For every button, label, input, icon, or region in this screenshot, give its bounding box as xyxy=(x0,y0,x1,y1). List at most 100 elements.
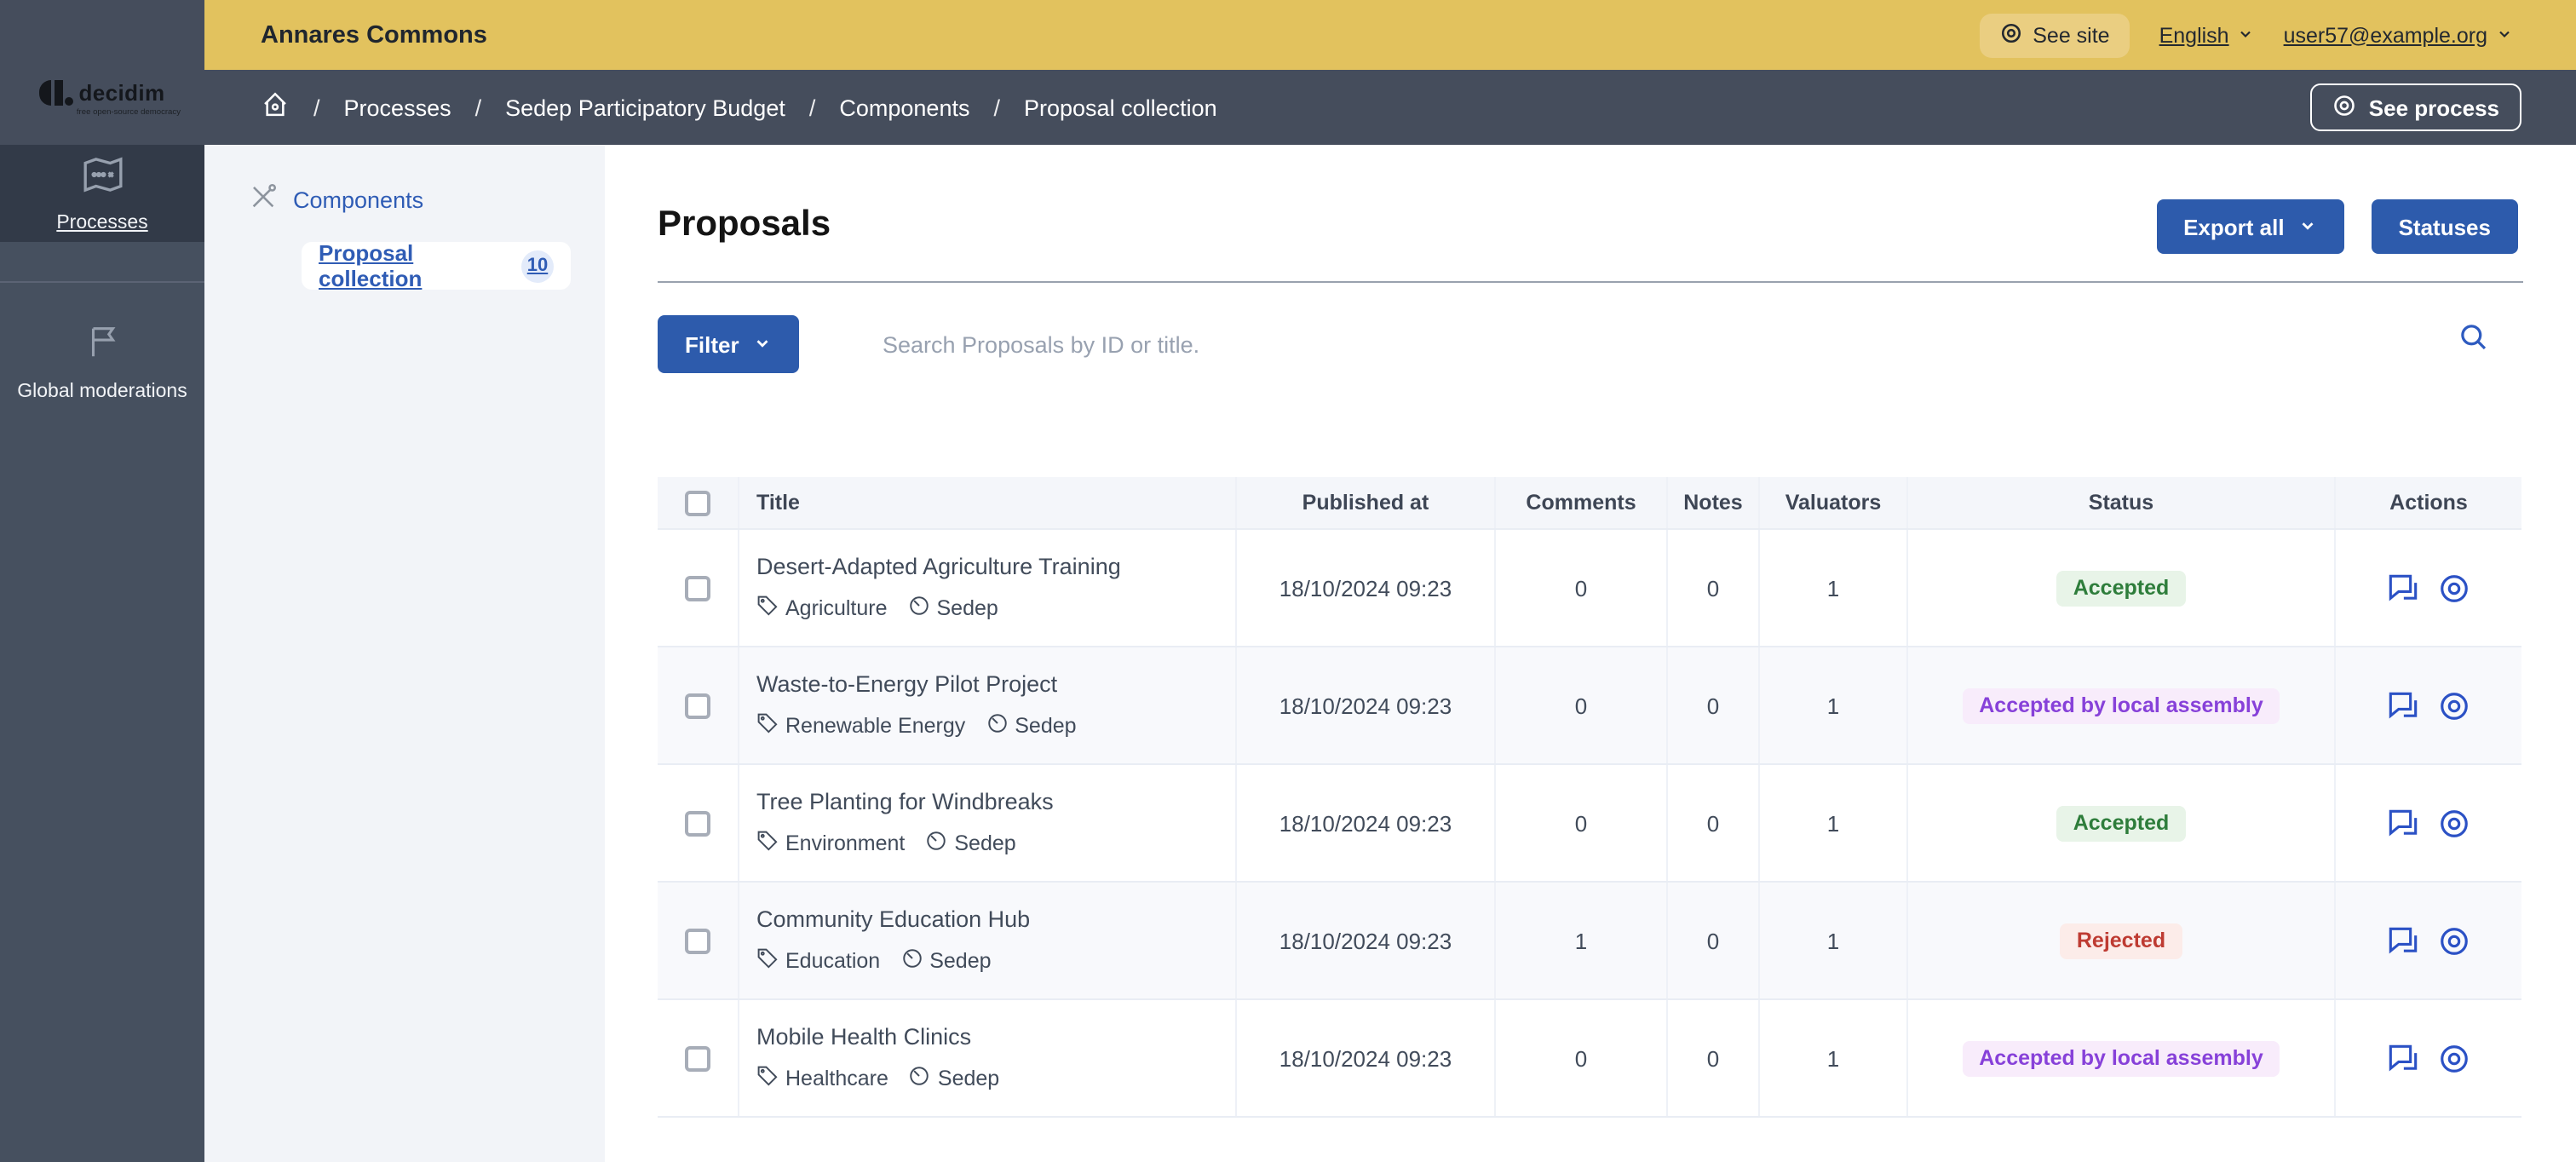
published-at-cell: 18/10/2024 09:23 xyxy=(1237,765,1496,881)
notes-cell: 0 xyxy=(1668,530,1760,646)
category-tag: Education xyxy=(756,947,880,975)
row-checkbox[interactable] xyxy=(685,575,710,601)
preview-eye-icon[interactable] xyxy=(2438,924,2470,957)
language-dropdown[interactable]: English xyxy=(2159,23,2255,47)
decidim-logo-mark xyxy=(39,80,73,106)
notes-cell: 0 xyxy=(1668,647,1760,763)
row-checkbox[interactable] xyxy=(685,928,710,953)
price-tag-icon xyxy=(756,947,779,975)
answer-proposal-icon[interactable] xyxy=(2387,572,2419,604)
published-at-cell: 18/10/2024 09:23 xyxy=(1237,530,1496,646)
proposal-title-link[interactable]: Desert-Adapted Agriculture Training xyxy=(756,554,1121,579)
column-header-comments: Comments xyxy=(1496,477,1668,528)
scope-tag: Sedep xyxy=(986,712,1076,739)
category-tag: Environment xyxy=(756,830,905,857)
sidebar-divider xyxy=(0,242,204,283)
decidim-logo: decidim free open-source democracy xyxy=(0,0,204,145)
proposal-title-link[interactable]: Tree Planting for Windbreaks xyxy=(756,789,1054,814)
preview-eye-icon[interactable] xyxy=(2438,689,2470,722)
logo-tagline: free open-source democracy xyxy=(77,109,181,118)
home-icon[interactable] xyxy=(261,90,290,124)
breadcrumb-components[interactable]: Components xyxy=(839,95,969,120)
scope-tag: Sedep xyxy=(908,595,998,622)
answer-proposal-icon[interactable] xyxy=(2387,689,2419,722)
scope-icon xyxy=(909,1065,931,1092)
comments-cell: 0 xyxy=(1496,530,1668,646)
table-row: Mobile Health Clinics Healthcare Sedep 1… xyxy=(658,1000,2521,1118)
components-panel: Components Proposal collection 10 xyxy=(204,145,605,1162)
topbar: Annares Commons See site English user57@… xyxy=(0,0,2576,70)
comments-cell: 0 xyxy=(1496,1000,1668,1116)
category-tag: Agriculture xyxy=(756,595,888,622)
flag-icon xyxy=(83,322,122,370)
scope-tag: Sedep xyxy=(900,947,991,975)
table-header-row: Title Published at Comments Notes Valuat… xyxy=(658,477,2521,530)
sidebar-item-global-moderations[interactable]: Global moderations xyxy=(0,283,204,402)
notes-cell: 0 xyxy=(1668,765,1760,881)
scope-icon xyxy=(908,595,930,622)
sidebar-item-label: Processes xyxy=(56,213,147,233)
breadcrumb-process-name[interactable]: Sedep Participatory Budget xyxy=(505,95,785,120)
comments-cell: 0 xyxy=(1496,765,1668,881)
scope-icon xyxy=(986,712,1008,739)
answer-proposal-icon[interactable] xyxy=(2387,924,2419,957)
user-menu-dropdown[interactable]: user57@example.org xyxy=(2284,23,2513,47)
row-checkbox[interactable] xyxy=(685,1045,710,1071)
select-all-checkbox[interactable] xyxy=(685,490,710,515)
notes-cell: 0 xyxy=(1668,1000,1760,1116)
page-title: Proposals xyxy=(658,204,831,245)
search-input[interactable] xyxy=(883,315,2399,373)
table-body: Desert-Adapted Agriculture Training Agri… xyxy=(658,530,2521,1118)
proposal-title-link[interactable]: Community Education Hub xyxy=(756,906,1030,932)
column-header-valuators: Valuators xyxy=(1760,477,1908,528)
eye-icon xyxy=(2000,21,2022,49)
published-at-cell: 18/10/2024 09:23 xyxy=(1237,647,1496,763)
breadcrumb-processes[interactable]: Processes xyxy=(344,95,451,120)
breadcrumb-proposal-collection[interactable]: Proposal collection xyxy=(1024,95,1217,120)
eye-icon xyxy=(2333,93,2357,122)
count-badge: 10 xyxy=(521,250,554,282)
answer-proposal-icon[interactable] xyxy=(2387,807,2419,839)
proposals-table: Title Published at Comments Notes Valuat… xyxy=(658,477,2521,1118)
published-at-cell: 18/10/2024 09:23 xyxy=(1237,883,1496,998)
proposal-title-link[interactable]: Waste-to-Energy Pilot Project xyxy=(756,671,1057,697)
price-tag-icon xyxy=(756,712,779,739)
search-icon[interactable] xyxy=(2458,322,2489,358)
valuators-cell: 1 xyxy=(1760,765,1908,881)
column-header-actions: Actions xyxy=(2336,477,2521,528)
see-process-button[interactable]: See process xyxy=(2311,83,2521,131)
status-badge: Rejected xyxy=(2060,923,2182,958)
see-site-button[interactable]: See site xyxy=(1980,13,2130,57)
price-tag-icon xyxy=(756,595,779,622)
proposal-title-link[interactable]: Mobile Health Clinics xyxy=(756,1024,971,1050)
valuators-cell: 1 xyxy=(1760,647,1908,763)
column-header-status: Status xyxy=(1908,477,2336,528)
component-item-proposal-collection[interactable]: Proposal collection 10 xyxy=(302,242,571,290)
table-row: Desert-Adapted Agriculture Training Agri… xyxy=(658,530,2521,647)
valuators-cell: 1 xyxy=(1760,1000,1908,1116)
preview-eye-icon[interactable] xyxy=(2438,1042,2470,1074)
header-buttons: Export all Statuses xyxy=(2156,199,2518,254)
chevron-down-icon xyxy=(2238,23,2255,47)
row-checkbox[interactable] xyxy=(685,693,710,718)
export-all-button[interactable]: Export all xyxy=(2156,199,2344,254)
filter-button[interactable]: Filter xyxy=(658,315,799,373)
organization-name: Annares Commons xyxy=(261,0,487,70)
map-icon xyxy=(81,153,124,204)
status-badge: Accepted by local assembly xyxy=(1962,1040,2280,1076)
components-link[interactable]: Components xyxy=(249,182,605,216)
column-header-notes: Notes xyxy=(1668,477,1760,528)
scope-icon xyxy=(900,947,923,975)
answer-proposal-icon[interactable] xyxy=(2387,1042,2419,1074)
decidim-admin-app: Annares Commons See site English user57@… xyxy=(0,0,2576,1162)
tools-icon xyxy=(249,182,278,216)
row-checkbox[interactable] xyxy=(685,810,710,836)
preview-eye-icon[interactable] xyxy=(2438,807,2470,839)
preview-eye-icon[interactable] xyxy=(2438,572,2470,604)
category-tag: Healthcare xyxy=(756,1065,888,1092)
sidebar-item-processes[interactable]: Processes xyxy=(0,145,204,242)
scope-tag: Sedep xyxy=(909,1065,999,1092)
table-row: Waste-to-Energy Pilot Project Renewable … xyxy=(658,647,2521,765)
status-badge: Accepted xyxy=(2056,570,2187,606)
statuses-button[interactable]: Statuses xyxy=(2372,199,2518,254)
